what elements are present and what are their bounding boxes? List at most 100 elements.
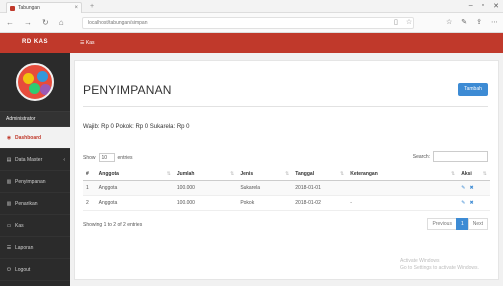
table-search: Search: <box>413 151 488 162</box>
activation-watermark: Activate Windows Go to Settings to activ… <box>400 258 479 272</box>
sidebar-item-kas[interactable]: ▭ Kas <box>0 215 70 237</box>
sidebar-item-label: Data Master <box>15 156 43 163</box>
sidebar-item-penyimpanan[interactable]: ▥ Penyimpanan <box>0 171 70 193</box>
cell-tanggal: 2018-01-01 <box>292 180 348 196</box>
maximize-button[interactable]: ▫ <box>482 2 484 10</box>
cell-aksi: ✎ ✖ <box>458 195 490 211</box>
cell-tanggal: 2018-01-02 <box>292 195 348 211</box>
cell-aksi: ✎ ✖ <box>458 180 490 196</box>
table-header-row: # Anggota ⇅ Jumlah ⇅ Jenis ⇅ Tanggal ⇅ Keter… <box>83 168 490 181</box>
sidebar-item-logout[interactable]: ⏻ Logout <box>0 259 70 281</box>
sidebar-item-laporan[interactable]: ☰ Laporan <box>0 237 70 259</box>
more-icon[interactable]: ⋯ <box>491 18 498 26</box>
pagination-next[interactable]: Next <box>467 218 488 230</box>
cell-keterangan: - <box>347 195 459 211</box>
col-keterangan[interactable]: Keterangan ⇅ <box>347 168 459 181</box>
user-role: Administrator <box>0 111 70 127</box>
cell-anggota: Anggota <box>95 180 174 196</box>
col-number[interactable]: # <box>83 168 96 181</box>
search-label: Search: <box>412 153 430 160</box>
url-input[interactable]: localhost/tabungan/simpan <box>82 17 414 29</box>
add-button[interactable]: Tambah <box>458 83 488 96</box>
refresh-icon[interactable]: ↻ <box>42 18 49 27</box>
delete-icon[interactable]: ✖ <box>469 200 473 206</box>
cell-no: 1 <box>83 180 96 196</box>
delete-icon[interactable]: ✖ <box>469 185 473 191</box>
share-icon[interactable]: ⇪ <box>476 18 482 26</box>
content-panel: PENYIMPANAN Tambah Wajib: Rp 0 Pokok: Rp… <box>74 60 499 280</box>
favorite-star-icon[interactable]: ☆ <box>406 18 412 26</box>
page-title: PENYIMPANAN <box>83 83 172 97</box>
entries-label: entries <box>117 154 133 161</box>
sidebar-item-label: Laporan <box>15 244 34 251</box>
cell-anggota: Anggota <box>95 195 174 211</box>
home-icon[interactable]: ⌂ <box>59 18 64 27</box>
database-icon: ▤ <box>6 156 12 163</box>
divider <box>83 106 488 107</box>
menu-toggle-button[interactable]: ☰ Kas <box>80 40 95 46</box>
browser-tab-bar: Tabungan × + – ▫ ✕ <box>0 0 503 13</box>
reading-view-icon[interactable]: ▯ <box>394 18 398 26</box>
favorites-icon[interactable]: ☆ <box>446 18 452 26</box>
sort-icon: ⇅ <box>451 171 456 177</box>
back-icon[interactable]: ← <box>6 18 14 27</box>
edit-icon[interactable]: ✎ <box>461 200 465 206</box>
sidebar-item-label: Penyimpanan <box>15 178 46 185</box>
sidebar-item-label: Kas <box>15 222 24 229</box>
storage-icon: ▥ <box>6 178 12 185</box>
cell-keterangan <box>347 180 459 196</box>
sort-icon: ⇅ <box>482 171 487 177</box>
search-input[interactable] <box>433 151 488 162</box>
pagination: Previous 1 Next <box>427 218 488 230</box>
col-jumlah[interactable]: Jumlah ⇅ <box>173 168 238 181</box>
address-bar: ← → ↻ ⌂ localhost/tabungan/simpan ▯ ☆ ☆ … <box>0 13 503 33</box>
favicon-icon <box>10 5 15 11</box>
new-tab-button[interactable]: + <box>90 3 94 10</box>
minimize-button[interactable]: – <box>469 2 473 10</box>
withdraw-icon: ▥ <box>6 200 12 207</box>
entries-length: Show 10 entries <box>83 153 133 162</box>
sidebar-item-label: Penarikan <box>15 200 38 207</box>
sidebar-item-label: Logout <box>15 266 31 273</box>
sidebar-item-data-master[interactable]: ▤ Data Master ‹ <box>0 149 70 171</box>
cell-jumlah: 100.000 <box>173 195 238 211</box>
watermark-line: Activate Windows <box>400 258 440 264</box>
sidebar-item-label: Dashboard <box>15 134 42 141</box>
brand-logo: RD KAS <box>0 33 70 53</box>
forward-icon[interactable]: → <box>24 18 32 27</box>
col-aksi[interactable]: Aksi ⇅ <box>458 168 490 181</box>
col-tanggal[interactable]: Tanggal ⇅ <box>292 168 348 181</box>
avatar <box>16 63 54 101</box>
nav-buttons: ← → ↻ ⌂ <box>6 18 64 27</box>
report-icon: ☰ <box>6 244 12 251</box>
notes-icon[interactable]: ✎ <box>461 18 467 26</box>
sort-icon: ⇅ <box>340 171 345 177</box>
window-controls: – ▫ ✕ <box>469 2 499 10</box>
browser-toolbar: ☆ ✎ ⇪ ⋯ <box>446 18 498 26</box>
close-window-button[interactable]: ✕ <box>493 2 499 10</box>
sort-icon: ⇅ <box>230 171 235 177</box>
sort-icon: ⇅ <box>166 171 171 177</box>
balance-summary: Wajib: Rp 0 Pokok: Rp 0 Sukarela: Rp 0 <box>83 124 190 130</box>
sort-icon: ⇅ <box>285 171 290 177</box>
avatar-wrap <box>0 53 70 111</box>
table-info: Showing 1 to 2 of 2 entries <box>83 222 143 228</box>
close-tab-icon[interactable]: × <box>74 5 78 11</box>
col-jenis[interactable]: Jenis ⇅ <box>237 168 293 181</box>
cell-jenis: Sukarela <box>237 180 293 196</box>
cell-jumlah: 100.000 <box>173 180 238 196</box>
col-anggota[interactable]: Anggota ⇅ <box>95 168 174 181</box>
pagination-previous[interactable]: Previous <box>427 218 457 230</box>
browser-tab-title: Tabungan <box>18 5 40 11</box>
savings-table: # Anggota ⇅ Jumlah ⇅ Jenis ⇅ Tanggal ⇅ Keter… <box>83 168 490 211</box>
show-label: Show <box>83 154 96 161</box>
entries-select[interactable]: 10 <box>98 153 115 162</box>
browser-tab[interactable]: Tabungan × <box>6 2 82 13</box>
sidebar-item-penarikan[interactable]: ▥ Penarikan <box>0 193 70 215</box>
sidebar-item-dashboard[interactable]: ◉ Dashboard <box>0 127 70 149</box>
top-navbar: ☰ Kas <box>70 33 503 53</box>
edit-icon[interactable]: ✎ <box>461 185 465 191</box>
sidebar: RD KAS Administrator ◉ Dashboard ▤ Data … <box>0 33 70 286</box>
cell-no: 2 <box>83 195 96 211</box>
chevron-left-icon: ‹ <box>63 156 65 163</box>
